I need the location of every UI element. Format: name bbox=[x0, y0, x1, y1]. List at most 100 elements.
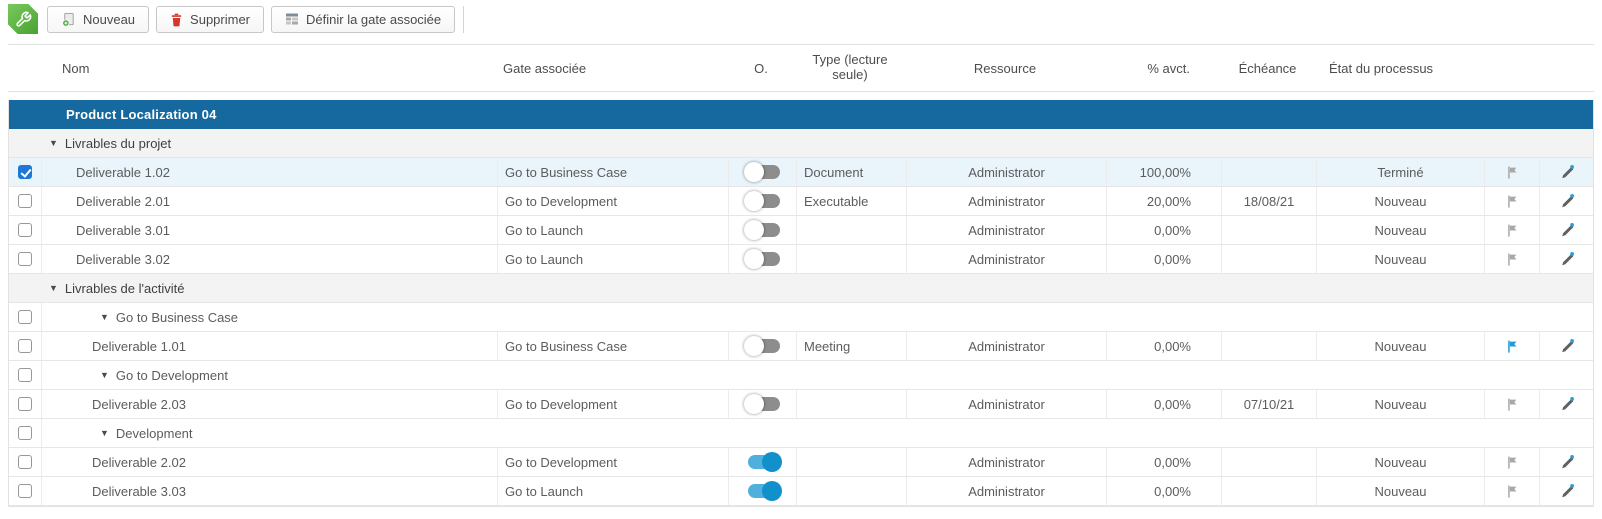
col-header-o[interactable]: O. bbox=[727, 45, 795, 91]
flag-icon[interactable] bbox=[1505, 194, 1520, 209]
group-row[interactable]: ▼ Livrables du projet bbox=[9, 129, 1593, 158]
gate-cell: Go to Business Case bbox=[497, 332, 728, 360]
edit-pencil-icon[interactable] bbox=[1559, 222, 1575, 238]
flag-cell[interactable] bbox=[1484, 187, 1539, 215]
flag-icon[interactable] bbox=[1505, 165, 1520, 180]
flag-icon[interactable] bbox=[1505, 397, 1520, 412]
row-checkbox[interactable] bbox=[18, 455, 32, 469]
process-state-value: Nouveau bbox=[1374, 223, 1426, 238]
flag-cell[interactable] bbox=[1484, 332, 1539, 360]
collapse-caret-icon[interactable]: ▼ bbox=[49, 283, 58, 293]
toggle-cell bbox=[728, 332, 796, 360]
row-checkbox[interactable] bbox=[18, 339, 32, 353]
row-checkbox[interactable] bbox=[18, 368, 32, 382]
gate-cell: Go to Launch bbox=[497, 245, 728, 273]
collapse-caret-icon[interactable]: ▼ bbox=[100, 312, 109, 322]
col-header-type[interactable]: Type (lecture seule) bbox=[795, 45, 905, 91]
subgroup-row[interactable]: ▼Go to Business Case bbox=[9, 303, 1593, 332]
project-band[interactable]: Product Localization 04 bbox=[9, 100, 1593, 129]
flag-icon[interactable] bbox=[1505, 339, 1520, 354]
readonly-toggle[interactable] bbox=[744, 249, 782, 269]
edit-pencil-icon[interactable] bbox=[1559, 454, 1575, 470]
toggle-knob bbox=[744, 191, 764, 211]
edit-pencil-icon[interactable] bbox=[1559, 164, 1575, 180]
edit-cell[interactable] bbox=[1539, 332, 1593, 360]
col-header-gate[interactable]: Gate associée bbox=[496, 45, 727, 91]
select-cell bbox=[9, 303, 41, 331]
readonly-toggle[interactable] bbox=[744, 220, 782, 240]
flag-cell[interactable] bbox=[1484, 216, 1539, 244]
collapse-caret-icon[interactable]: ▼ bbox=[49, 138, 58, 148]
collapse-caret-icon[interactable]: ▼ bbox=[100, 428, 109, 438]
col-header-nom[interactable]: Nom bbox=[40, 45, 496, 91]
readonly-toggle[interactable] bbox=[744, 336, 782, 356]
table-row[interactable]: Deliverable 2.02Go to DevelopmentAdminis… bbox=[9, 448, 1593, 477]
group-label: Livrables de l'activité bbox=[65, 281, 185, 296]
readonly-toggle[interactable] bbox=[744, 481, 782, 501]
table-row[interactable]: Deliverable 3.01Go to LaunchAdministrato… bbox=[9, 216, 1593, 245]
table-row[interactable]: Deliverable 3.03Go to LaunchAdministrato… bbox=[9, 477, 1593, 506]
col-header-ressource[interactable]: Ressource bbox=[905, 45, 1105, 91]
collapse-caret-icon[interactable]: ▼ bbox=[100, 370, 109, 380]
edit-pencil-icon[interactable] bbox=[1559, 483, 1575, 499]
edit-cell[interactable] bbox=[1539, 390, 1593, 418]
edit-cell[interactable] bbox=[1539, 158, 1593, 186]
row-checkbox[interactable] bbox=[18, 426, 32, 440]
progress-value: 0,00% bbox=[1154, 455, 1191, 470]
set-gate-button-label: Définir la gate associée bbox=[306, 12, 441, 27]
col-header-echeance[interactable]: Échéance bbox=[1220, 45, 1315, 91]
edit-pencil-icon[interactable] bbox=[1559, 338, 1575, 354]
col-header-pct[interactable]: % avct. bbox=[1105, 45, 1220, 91]
edit-cell[interactable] bbox=[1539, 477, 1593, 505]
resource-cell: Administrator bbox=[906, 187, 1106, 215]
readonly-toggle[interactable] bbox=[744, 162, 782, 182]
flag-icon[interactable] bbox=[1505, 455, 1520, 470]
group-row[interactable]: ▼ Livrables de l'activité bbox=[9, 274, 1593, 303]
edit-cell[interactable] bbox=[1539, 187, 1593, 215]
table-row[interactable]: Deliverable 1.01Go to Business CaseMeeti… bbox=[9, 332, 1593, 361]
table-row[interactable]: Deliverable 2.01Go to DevelopmentExecuta… bbox=[9, 187, 1593, 216]
process-state-cell: Nouveau bbox=[1316, 245, 1484, 273]
edit-pencil-icon[interactable] bbox=[1559, 396, 1575, 412]
row-checkbox[interactable] bbox=[18, 194, 32, 208]
row-checkbox[interactable] bbox=[18, 252, 32, 266]
deliverable-name: Deliverable 3.01 bbox=[76, 223, 170, 238]
deliverable-name: Deliverable 3.03 bbox=[92, 484, 186, 499]
progress-cell: 0,00% bbox=[1106, 245, 1221, 273]
row-checkbox[interactable] bbox=[18, 310, 32, 324]
subgroup-row[interactable]: ▼Go to Development bbox=[9, 361, 1593, 390]
subgroup-row[interactable]: ▼Development bbox=[9, 419, 1593, 448]
flag-cell[interactable] bbox=[1484, 448, 1539, 476]
edit-pencil-icon[interactable] bbox=[1559, 193, 1575, 209]
toolbar: Nouveau Supprimer bbox=[0, 0, 1602, 34]
readonly-toggle[interactable] bbox=[744, 191, 782, 211]
edit-cell[interactable] bbox=[1539, 448, 1593, 476]
flag-icon[interactable] bbox=[1505, 223, 1520, 238]
readonly-toggle[interactable] bbox=[744, 394, 782, 414]
flag-cell[interactable] bbox=[1484, 390, 1539, 418]
table-row[interactable]: Deliverable 2.03Go to DevelopmentAdminis… bbox=[9, 390, 1593, 419]
edit-cell[interactable] bbox=[1539, 216, 1593, 244]
delete-button[interactable]: Supprimer bbox=[156, 6, 264, 33]
edit-cell[interactable] bbox=[1539, 245, 1593, 273]
flag-cell[interactable] bbox=[1484, 158, 1539, 186]
flag-cell[interactable] bbox=[1484, 245, 1539, 273]
table-row[interactable]: Deliverable 3.02Go to LaunchAdministrato… bbox=[9, 245, 1593, 274]
resource-cell: Administrator bbox=[906, 448, 1106, 476]
readonly-toggle[interactable] bbox=[744, 452, 782, 472]
row-checkbox[interactable] bbox=[18, 165, 32, 179]
flag-icon[interactable] bbox=[1505, 484, 1520, 499]
wrench-icon bbox=[15, 11, 32, 28]
new-button[interactable]: Nouveau bbox=[47, 6, 149, 33]
row-checkbox[interactable] bbox=[18, 397, 32, 411]
flag-cell[interactable] bbox=[1484, 477, 1539, 505]
edit-pencil-icon[interactable] bbox=[1559, 251, 1575, 267]
row-checkbox[interactable] bbox=[18, 484, 32, 498]
due-date-value: 07/10/21 bbox=[1244, 397, 1295, 412]
row-checkbox[interactable] bbox=[18, 223, 32, 237]
set-gate-button[interactable]: Définir la gate associée bbox=[271, 6, 455, 33]
flag-icon[interactable] bbox=[1505, 252, 1520, 267]
col-header-etat[interactable]: État du processus bbox=[1315, 45, 1483, 91]
group-label: Livrables du projet bbox=[65, 136, 171, 151]
table-row[interactable]: Deliverable 1.02Go to Business CaseDocum… bbox=[9, 158, 1593, 187]
